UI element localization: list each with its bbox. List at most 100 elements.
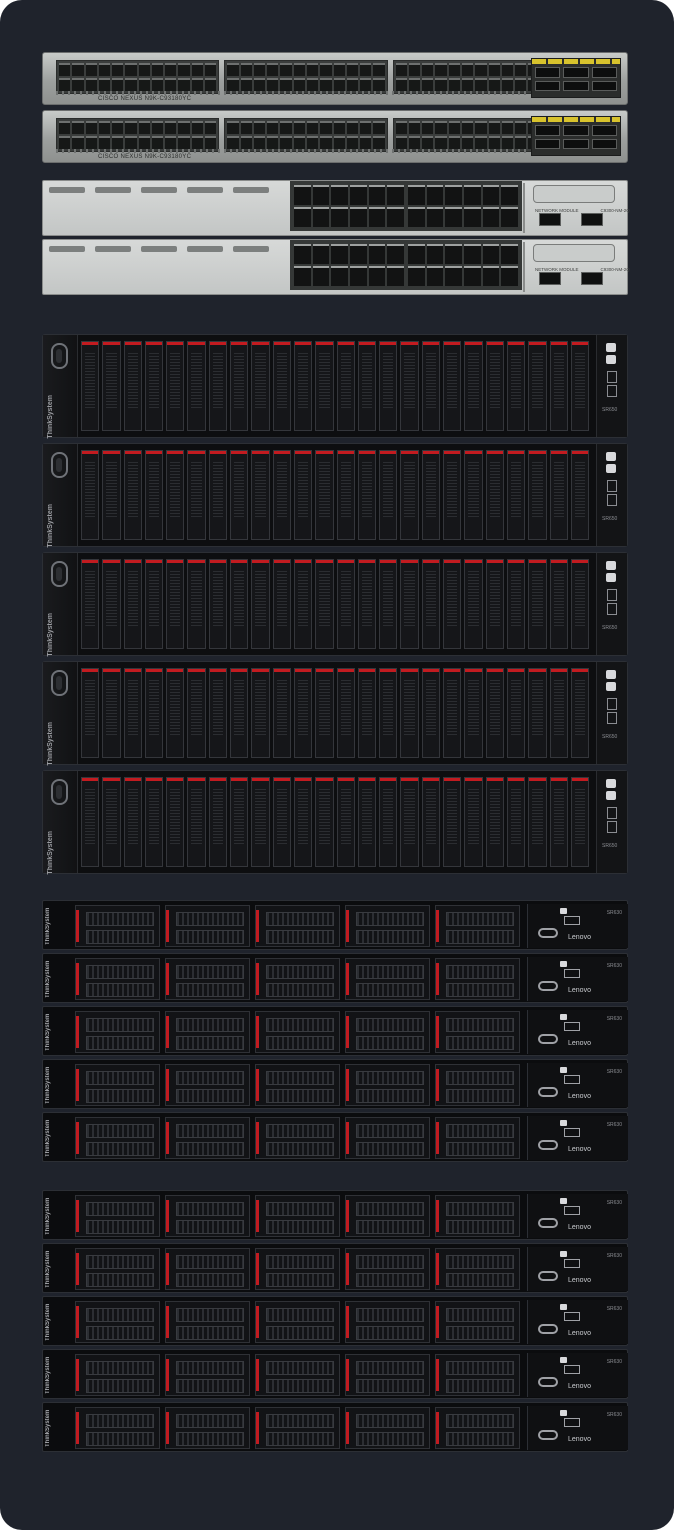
storage-server-2u: ThinkSystem SR650 xyxy=(42,334,628,439)
drive-bay xyxy=(336,450,355,540)
rj45-port xyxy=(346,78,359,91)
power-button-icon xyxy=(606,670,616,679)
rj45-port xyxy=(151,78,164,91)
drive-vent xyxy=(446,1273,514,1287)
model-label: SR650 xyxy=(602,625,618,631)
rj45-port xyxy=(320,136,332,149)
brand-label: ThinkSystem xyxy=(45,1409,51,1447)
drive-bay xyxy=(435,1117,520,1159)
uplink-module xyxy=(531,116,621,156)
drive-bay xyxy=(400,668,419,758)
ethernet-port-block xyxy=(290,181,522,231)
rj45-port xyxy=(312,185,330,205)
drive-bay xyxy=(255,905,340,947)
drive-vent xyxy=(446,1379,514,1393)
rj45-port xyxy=(138,136,150,149)
drive-bay xyxy=(549,341,568,431)
drive-bay xyxy=(379,777,398,867)
qsfp-port xyxy=(535,80,561,91)
drive-bay xyxy=(485,668,504,758)
drive-bay xyxy=(549,559,568,649)
drive-vent xyxy=(446,1089,514,1103)
drive-bay xyxy=(208,668,228,758)
qsfp-port xyxy=(563,67,589,78)
drive-vent xyxy=(356,965,424,979)
drive-vent xyxy=(266,1220,334,1234)
port-bank xyxy=(294,244,404,286)
rj45-port xyxy=(482,207,500,227)
storage-server-2u: ThinkSystem SR650 xyxy=(42,770,628,875)
right-rack-ear: SR650 xyxy=(596,553,627,655)
model-label: SR630 xyxy=(606,1069,622,1075)
drive-vent xyxy=(356,1036,424,1050)
rj45-port xyxy=(98,63,111,76)
drive-bay xyxy=(315,777,334,867)
drive-bay xyxy=(464,668,483,758)
usb-port-icon xyxy=(564,969,580,978)
drive-vent xyxy=(356,1018,424,1032)
drive-vent xyxy=(176,930,244,944)
drive-bay xyxy=(357,777,377,867)
drive-vent xyxy=(446,1255,514,1269)
rj45-port xyxy=(85,121,97,134)
rj45-port xyxy=(515,121,527,134)
rj45-port xyxy=(331,207,348,227)
brand-label: ThinkSystem xyxy=(47,395,54,439)
drive-bay xyxy=(435,1011,520,1053)
drive-bay xyxy=(336,668,355,758)
drive-bay xyxy=(165,1011,250,1053)
rj45-port xyxy=(331,266,348,286)
power-button-icon xyxy=(606,779,616,788)
rj45-port xyxy=(373,136,385,149)
drive-bays xyxy=(75,1248,520,1290)
rj45-port xyxy=(280,136,292,149)
qsfp-port xyxy=(535,125,561,136)
drive-bay xyxy=(379,668,398,758)
vga-port-icon xyxy=(538,1218,558,1228)
drive-bay xyxy=(144,559,164,649)
usb-port-icon xyxy=(564,1206,580,1215)
rj45-port xyxy=(312,244,330,264)
drive-vent xyxy=(356,1273,424,1287)
rj45-port xyxy=(98,78,111,91)
vga-port-icon xyxy=(51,452,68,478)
drive-bay xyxy=(506,450,526,540)
rj45-port xyxy=(482,244,500,264)
drive-bay xyxy=(123,668,142,758)
drive-bay xyxy=(123,341,142,431)
drive-vent xyxy=(266,1142,334,1156)
port-bank xyxy=(294,185,404,227)
port-bank xyxy=(408,244,518,286)
usb-port-icon xyxy=(564,1128,580,1137)
rj45-port xyxy=(240,121,252,134)
status-led-strip xyxy=(141,187,177,193)
drive-vent xyxy=(266,965,334,979)
vga-port-icon xyxy=(51,779,68,805)
drive-bay xyxy=(81,777,100,867)
drive-bay xyxy=(75,1407,160,1449)
drive-vent xyxy=(266,1202,334,1216)
drive-bay xyxy=(421,450,441,540)
rj45-port xyxy=(294,244,311,264)
model-label: SR650 xyxy=(602,407,618,413)
drive-bay xyxy=(81,559,100,649)
rj45-port xyxy=(85,78,97,91)
drive-bay xyxy=(345,1407,430,1449)
rj45-port xyxy=(462,121,474,134)
drive-bay xyxy=(102,450,121,540)
drive-bay xyxy=(345,1195,430,1237)
rj45-port xyxy=(463,207,481,227)
drive-bay xyxy=(336,559,355,649)
lenovo-logo: Lenovo xyxy=(568,1330,591,1337)
drive-bay xyxy=(315,668,334,758)
rj45-port xyxy=(191,121,204,134)
rj45-port xyxy=(191,63,204,76)
rj45-port xyxy=(488,63,500,76)
drive-bays xyxy=(75,905,520,947)
module-model-text: C9300-NM-2Q xyxy=(600,208,630,213)
vga-port-icon xyxy=(538,981,558,991)
qsfp-port xyxy=(591,80,617,91)
rj45-port xyxy=(408,136,421,149)
drive-bay xyxy=(230,668,249,758)
drive-vent xyxy=(446,1071,514,1085)
